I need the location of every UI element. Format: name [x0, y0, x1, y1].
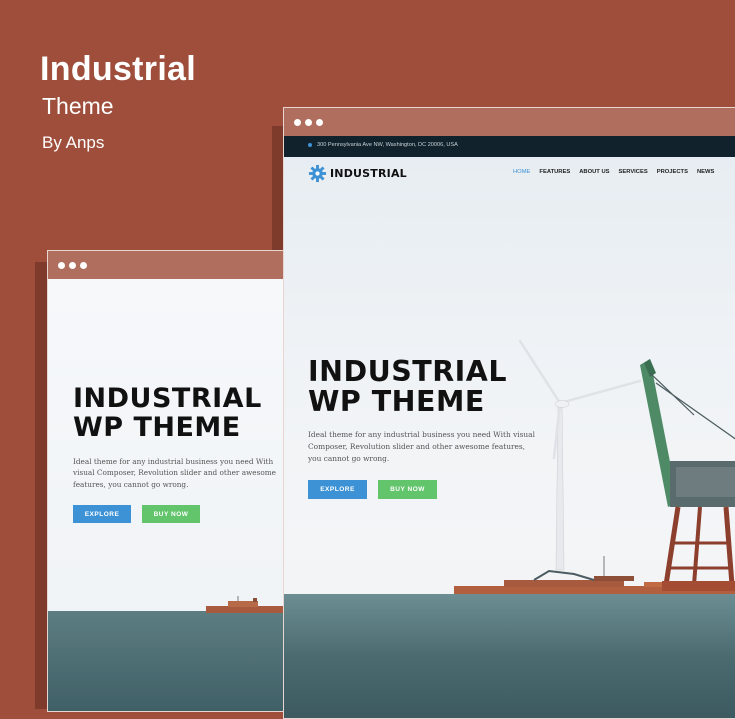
- window-dot-icon: [80, 262, 87, 269]
- brand-title: Industrial: [40, 50, 197, 88]
- site-topbar: 300 Pennsylvania Ave NW, Washington, DC …: [284, 136, 735, 157]
- window-titlebar: [48, 251, 283, 279]
- brand-subtitle: Theme: [42, 93, 114, 119]
- hero-headline-line2: WP THEME: [73, 411, 241, 443]
- hero-description: Ideal theme for any industrial business …: [308, 430, 535, 463]
- window-dot-icon: [69, 262, 76, 269]
- nav-item-features[interactable]: FEATURES: [539, 169, 570, 175]
- hero-headline: INDUSTRIAL WP THEME: [308, 355, 507, 419]
- nav-item-home[interactable]: HOME: [513, 169, 530, 175]
- window-dot-icon: [58, 262, 65, 269]
- buy-now-button[interactable]: BUY NOW: [378, 480, 437, 499]
- window-dot-icon: [316, 119, 323, 126]
- explore-button[interactable]: EXPLORE: [73, 505, 131, 523]
- sea-image: [284, 594, 735, 718]
- hero-headline-line2: WP THEME: [308, 385, 485, 419]
- brand-author: By Anps: [42, 133, 105, 152]
- window-dot-icon: [294, 119, 301, 126]
- site-logo[interactable]: INDUSTRIAL: [308, 164, 407, 183]
- explore-button[interactable]: EXPLORE: [308, 480, 367, 499]
- pier-image: [206, 596, 283, 613]
- sea-image: [48, 611, 283, 711]
- window-dot-icon: [305, 119, 312, 126]
- buy-now-button[interactable]: BUY NOW: [142, 505, 200, 523]
- desktop-preview-window: 300 Pennsylvania Ave NW, Washington, DC …: [283, 107, 735, 719]
- port-crane-image: [640, 359, 735, 591]
- gear-icon: [308, 164, 327, 183]
- location-pin-icon: [308, 143, 312, 147]
- window-titlebar: [284, 108, 735, 136]
- mobile-preview-window: INDUSTRIAL WP THEME Ideal theme for any …: [47, 250, 284, 712]
- site-address: 300 Pennsylvania Ave NW, Washington, DC …: [317, 142, 458, 148]
- nav-item-projects[interactable]: PROJECTS: [657, 169, 688, 175]
- site-nav: HOME FEATURES ABOUT US SERVICES PROJECTS…: [513, 169, 714, 175]
- nav-item-about-us[interactable]: ABOUT US: [579, 169, 609, 175]
- hero-description: Ideal theme for any industrial business …: [73, 457, 276, 489]
- site-logo-text: INDUSTRIAL: [330, 167, 407, 180]
- hero-headline: INDUSTRIAL WP THEME: [73, 383, 262, 443]
- nav-item-services[interactable]: SERVICES: [619, 169, 648, 175]
- hero-headline-line1: INDUSTRIAL: [308, 355, 507, 388]
- hero-headline-line1: INDUSTRIAL: [73, 383, 262, 414]
- nav-item-news[interactable]: NEWS: [697, 169, 714, 175]
